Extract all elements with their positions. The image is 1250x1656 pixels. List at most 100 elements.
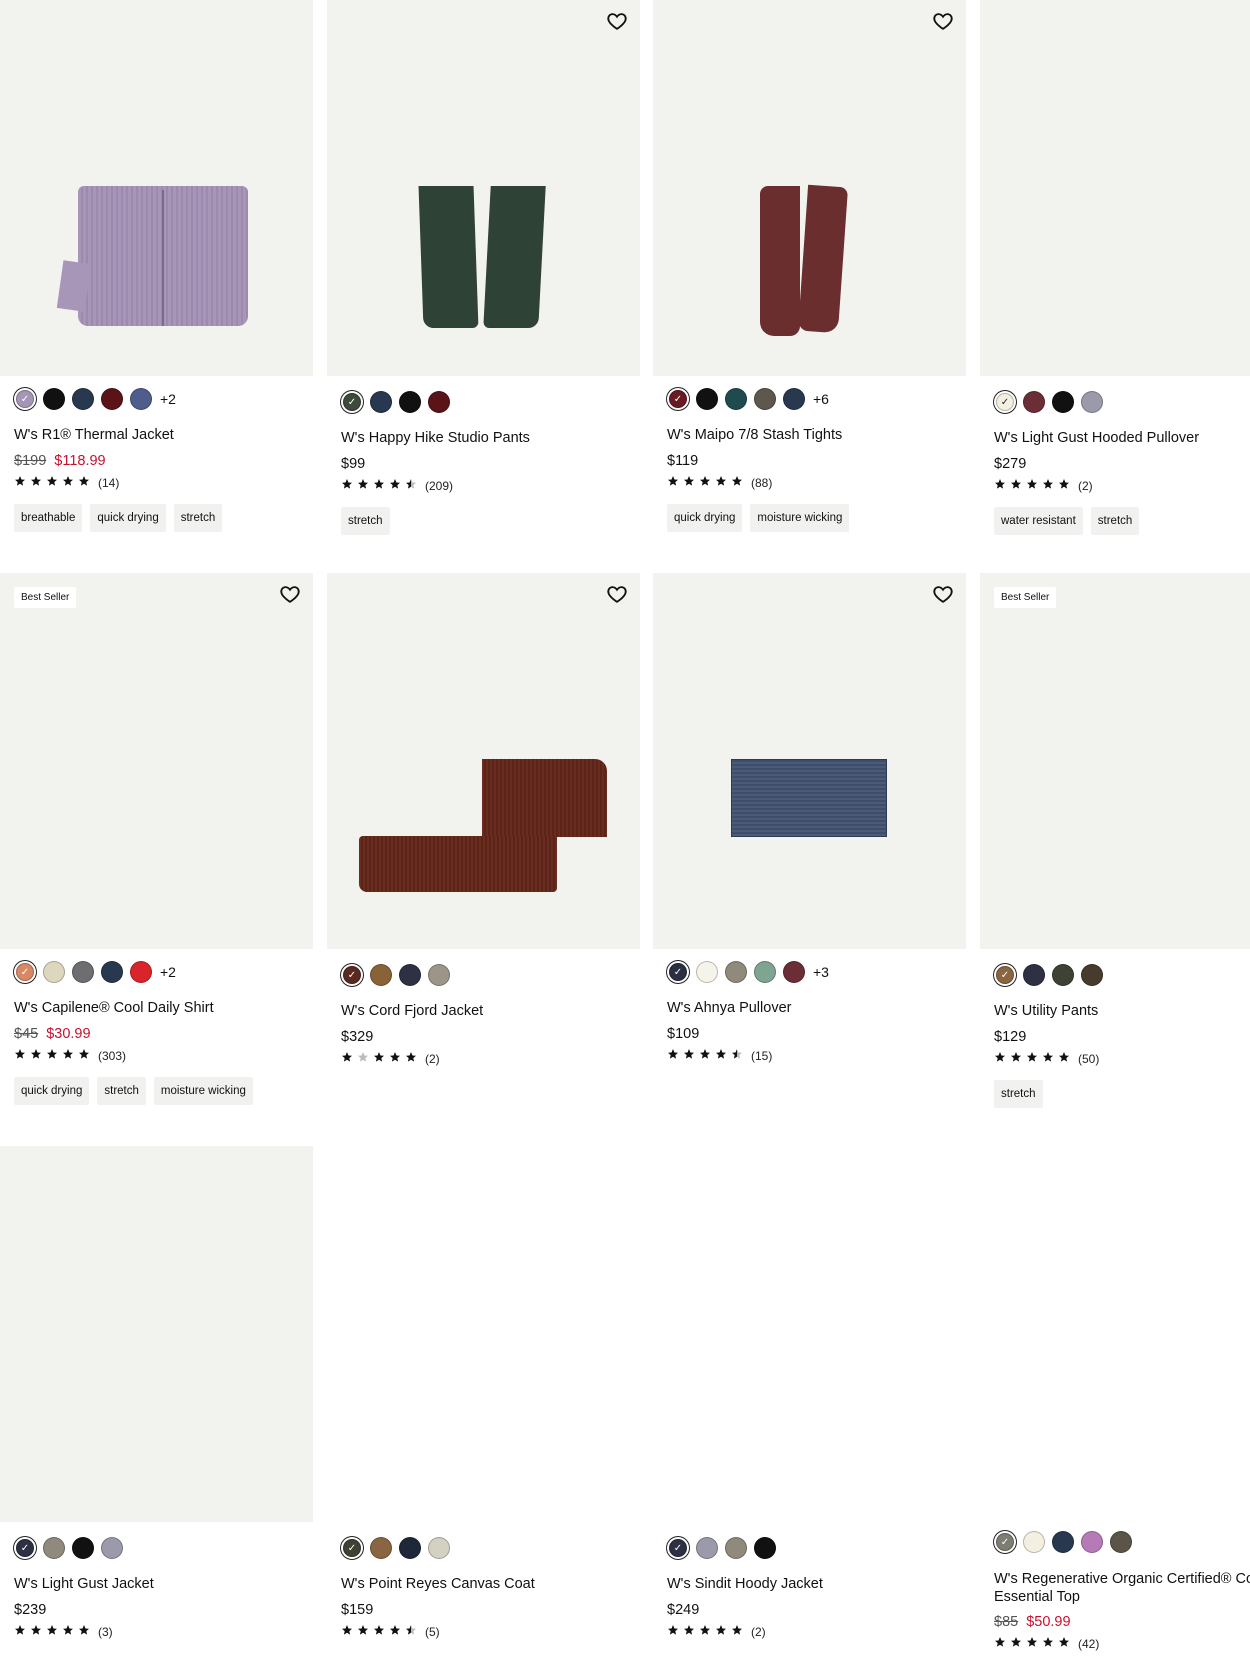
product-name[interactable]: W's Ahnya Pullover	[667, 1000, 791, 1016]
product-image[interactable]: Best Seller	[0, 573, 313, 949]
color-swatch[interactable]	[130, 388, 152, 410]
product-image[interactable]	[653, 1146, 966, 1522]
product-image[interactable]	[653, 0, 966, 376]
product-card[interactable]: Best Seller W's Utility Pants $129 (50) stre…	[980, 573, 1250, 1133]
color-swatch[interactable]	[783, 961, 805, 983]
product-name[interactable]: W's Regenerative Organic Certified® Cott…	[994, 1570, 1250, 1606]
product-card[interactable]: Best Seller +2 W's Capilene® Cool Daily Sh…	[0, 573, 313, 1133]
favorite-heart-icon[interactable]	[279, 583, 301, 605]
color-swatch[interactable]	[428, 391, 450, 413]
color-swatch[interactable]	[1023, 1531, 1045, 1553]
product-name[interactable]: W's Happy Hike Studio Pants	[341, 430, 530, 446]
color-swatch[interactable]	[996, 1533, 1014, 1551]
color-swatch[interactable]	[428, 1537, 450, 1559]
product-name[interactable]: W's Light Gust Hooded Pullover	[994, 430, 1199, 446]
color-swatch[interactable]	[725, 1537, 747, 1559]
color-swatch[interactable]	[343, 1539, 361, 1557]
color-swatch[interactable]	[16, 963, 34, 981]
product-image[interactable]	[0, 1146, 313, 1522]
color-swatch[interactable]	[1052, 391, 1074, 413]
color-swatch[interactable]	[399, 964, 421, 986]
color-swatch[interactable]	[669, 390, 687, 408]
star-rating[interactable]: (5)	[341, 1624, 440, 1639]
star-rating[interactable]: (3)	[14, 1624, 113, 1639]
star-rating[interactable]: (15)	[667, 1048, 772, 1063]
star-rating[interactable]: (2)	[341, 1051, 440, 1066]
product-card[interactable]: W's Light Gust Jacket $239 (3)	[0, 1146, 313, 1656]
color-swatch[interactable]	[696, 961, 718, 983]
product-card[interactable]: W's Light Gust Hooded Pullover $279 (2) wat…	[980, 0, 1250, 560]
product-name[interactable]: W's Capilene® Cool Daily Shirt	[14, 1000, 214, 1016]
product-image[interactable]	[327, 1146, 640, 1522]
color-swatch[interactable]	[72, 388, 94, 410]
more-colors-count[interactable]: +3	[813, 964, 829, 980]
star-rating[interactable]: (88)	[667, 475, 772, 490]
color-swatch[interactable]	[343, 966, 361, 984]
color-swatch[interactable]	[696, 1537, 718, 1559]
star-rating[interactable]: (14)	[14, 475, 119, 490]
product-image[interactable]	[327, 0, 640, 376]
color-swatch[interactable]	[1052, 964, 1074, 986]
color-swatch[interactable]	[370, 1537, 392, 1559]
star-rating[interactable]: (209)	[341, 478, 453, 493]
color-swatch[interactable]	[370, 391, 392, 413]
product-name[interactable]: W's Sindit Hoody Jacket	[667, 1576, 823, 1592]
product-image[interactable]: Best Seller	[980, 573, 1250, 949]
product-name[interactable]: W's Maipo 7/8 Stash Tights	[667, 427, 842, 443]
color-swatch[interactable]	[1052, 1531, 1074, 1553]
product-name[interactable]: W's Utility Pants	[994, 1003, 1098, 1019]
star-rating[interactable]: (2)	[994, 478, 1093, 493]
color-swatch[interactable]	[725, 388, 747, 410]
star-rating[interactable]: (303)	[14, 1048, 126, 1063]
color-swatch[interactable]	[370, 964, 392, 986]
product-card[interactable]: W's Point Reyes Canvas Coat $159 (5)	[327, 1146, 640, 1656]
star-rating[interactable]: (2)	[667, 1624, 766, 1639]
color-swatch[interactable]	[754, 961, 776, 983]
product-name[interactable]: W's Light Gust Jacket	[14, 1576, 154, 1592]
favorite-heart-icon[interactable]	[932, 10, 954, 32]
star-rating[interactable]: (50)	[994, 1051, 1099, 1066]
color-swatch[interactable]	[101, 961, 123, 983]
color-swatch[interactable]	[725, 961, 747, 983]
product-card[interactable]: W's Cord Fjord Jacket $329 (2)	[327, 573, 640, 1133]
product-name[interactable]: W's Cord Fjord Jacket	[341, 1003, 483, 1019]
product-image[interactable]	[0, 0, 313, 376]
color-swatch[interactable]	[428, 964, 450, 986]
color-swatch[interactable]	[43, 1537, 65, 1559]
star-rating[interactable]: (42)	[994, 1636, 1099, 1651]
color-swatch[interactable]	[72, 1537, 94, 1559]
favorite-heart-icon[interactable]	[606, 583, 628, 605]
color-swatch[interactable]	[43, 388, 65, 410]
more-colors-count[interactable]: +2	[160, 964, 176, 980]
more-colors-count[interactable]: +2	[160, 391, 176, 407]
color-swatch[interactable]	[16, 1539, 34, 1557]
color-swatch[interactable]	[1081, 964, 1103, 986]
color-swatch[interactable]	[101, 388, 123, 410]
color-swatch[interactable]	[1081, 391, 1103, 413]
more-colors-count[interactable]: +6	[813, 391, 829, 407]
color-swatch[interactable]	[1081, 1531, 1103, 1553]
product-card[interactable]: +3 W's Ahnya Pullover $109 (15)	[653, 573, 966, 1133]
color-swatch[interactable]	[399, 1537, 421, 1559]
color-swatch[interactable]	[43, 961, 65, 983]
color-swatch[interactable]	[754, 1537, 776, 1559]
color-swatch[interactable]	[1110, 1531, 1132, 1553]
favorite-heart-icon[interactable]	[932, 583, 954, 605]
color-swatch[interactable]	[343, 393, 361, 411]
color-swatch[interactable]	[16, 390, 34, 408]
product-card[interactable]: +2 W's R1® Thermal Jacket $199 $118.99 (14) b…	[0, 0, 313, 560]
product-card[interactable]: W's Happy Hike Studio Pants $99 (209) stret…	[327, 0, 640, 560]
favorite-heart-icon[interactable]	[606, 10, 628, 32]
color-swatch[interactable]	[72, 961, 94, 983]
color-swatch[interactable]	[1023, 391, 1045, 413]
color-swatch[interactable]	[1023, 964, 1045, 986]
color-swatch[interactable]	[669, 1539, 687, 1557]
color-swatch[interactable]	[130, 961, 152, 983]
product-image[interactable]	[327, 573, 640, 949]
product-card[interactable]: W's Regenerative Organic Certified® Cott…	[980, 1146, 1250, 1656]
color-swatch[interactable]	[996, 393, 1014, 411]
color-swatch[interactable]	[996, 966, 1014, 984]
product-image[interactable]	[980, 0, 1250, 376]
color-swatch[interactable]	[696, 388, 718, 410]
color-swatch[interactable]	[101, 1537, 123, 1559]
